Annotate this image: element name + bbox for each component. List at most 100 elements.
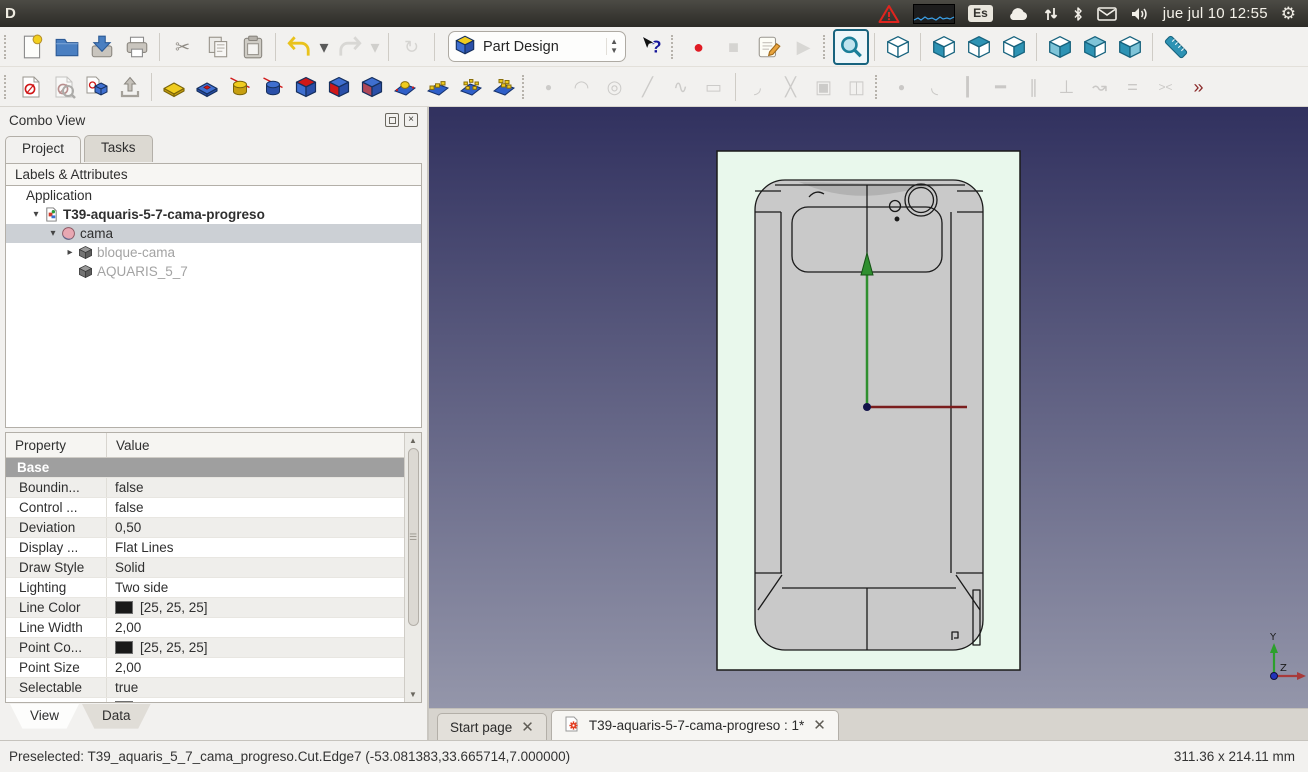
whats-this-button[interactable]: ?	[634, 30, 669, 64]
phone-model[interactable]	[755, 180, 983, 650]
property-value[interactable]: false	[107, 480, 421, 495]
mirrored-button[interactable]	[388, 70, 421, 104]
property-row-draw-style[interactable]: Draw StyleSolid	[6, 558, 421, 578]
property-row-selectable[interactable]: Selectabletrue	[6, 678, 421, 698]
workbench-selector[interactable]: Part Design ▲▼	[448, 31, 626, 62]
close-tab-icon[interactable]: ✕	[813, 718, 826, 733]
tab-view[interactable]: View	[10, 704, 79, 732]
tree-item-application[interactable]: Application	[6, 186, 421, 205]
clock[interactable]: jue jul 10 12:55	[1163, 5, 1268, 22]
toggle-construction-button[interactable]: ◫	[840, 70, 873, 104]
tree-item-t39-aquaris-5-7-cama-progreso[interactable]: ▾T39-aquaris-5-7-cama-progreso	[6, 205, 421, 224]
mail-icon[interactable]	[1097, 7, 1117, 21]
polar-pattern-button[interactable]	[454, 70, 487, 104]
toolbar-overflow-button[interactable]: »	[1182, 70, 1215, 104]
sketch-external-geometry-button[interactable]: ▣	[807, 70, 840, 104]
property-row-shape-co[interactable]: Shape Co...[204, 204, 204]	[6, 698, 421, 703]
revolution-button[interactable]	[223, 70, 256, 104]
file-open-button[interactable]	[49, 30, 84, 64]
toolbar-grip[interactable]	[671, 35, 676, 59]
expand-arrow[interactable]: ▾	[46, 228, 60, 239]
3d-viewport[interactable]: Y X Z	[429, 107, 1308, 708]
view-bottom-button[interactable]	[1077, 30, 1112, 64]
tree-item-bloque-cama[interactable]: ▸bloque-cama	[6, 243, 421, 262]
tab-project[interactable]: Project	[5, 136, 81, 163]
fillet-button[interactable]	[289, 70, 322, 104]
macro-stop-button[interactable]: ■	[716, 30, 751, 64]
file-save-button[interactable]	[84, 30, 119, 64]
property-value[interactable]: [25, 25, 25]	[107, 640, 421, 655]
sketch-fillet-button[interactable]: ◞	[741, 70, 774, 104]
sketch-polyline-button[interactable]: ∿	[664, 70, 697, 104]
constrain-vertical-button[interactable]: ┃	[951, 70, 984, 104]
property-value[interactable]: Solid	[107, 560, 421, 575]
constrain-point-on-object-button[interactable]: ◟	[918, 70, 951, 104]
zoom-fit-all-button[interactable]	[833, 29, 869, 65]
view-rear-button[interactable]	[1042, 30, 1077, 64]
multi-transform-button[interactable]	[487, 70, 520, 104]
constrain-equal-button[interactable]: =	[1116, 70, 1149, 104]
property-value[interactable]: 2,00	[107, 620, 421, 635]
property-row-line-width[interactable]: Line Width2,00	[6, 618, 421, 638]
sketch-circle-button[interactable]: ◎	[598, 70, 631, 104]
undo-more-button[interactable]: ▾	[316, 30, 332, 64]
edit-sketch-button[interactable]	[47, 70, 80, 104]
tree-item-cama[interactable]: ▾cama	[6, 224, 421, 243]
linear-pattern-button[interactable]	[421, 70, 454, 104]
dock-close-button[interactable]: ×	[404, 113, 418, 127]
toolbar-grip[interactable]	[4, 75, 9, 99]
property-row-lighting[interactable]: LightingTwo side	[6, 578, 421, 598]
macro-play-button[interactable]: ▶	[786, 30, 821, 64]
property-row-point-size[interactable]: Point Size2,00	[6, 658, 421, 678]
constrain-tangent-button[interactable]: ↝	[1083, 70, 1116, 104]
view-right-button[interactable]	[996, 30, 1031, 64]
property-row-deviation[interactable]: Deviation0,50	[6, 518, 421, 538]
import-upload-button[interactable]	[113, 70, 146, 104]
file-new-button[interactable]	[14, 30, 49, 64]
property-scrollbar[interactable]: ▲ ☰ ▼	[404, 433, 421, 702]
scroll-down-arrow[interactable]: ▼	[405, 687, 421, 702]
expand-arrow[interactable]: ▸	[63, 247, 77, 258]
sketch-point-button[interactable]: ●	[532, 70, 565, 104]
cut-button[interactable]: ✂	[165, 30, 200, 64]
property-value[interactable]: Two side	[107, 580, 421, 595]
volume-icon[interactable]	[1130, 6, 1150, 22]
redo-more-button[interactable]: ▾	[367, 30, 383, 64]
sketch-trim-button[interactable]: ╳	[774, 70, 807, 104]
groove-button[interactable]	[256, 70, 289, 104]
tree-item-aquaris-5-7[interactable]: AQUARIS_5_7	[6, 262, 421, 281]
property-value[interactable]: 2,00	[107, 660, 421, 675]
sketch-line-button[interactable]: ╱	[631, 70, 664, 104]
constrain-parallel-button[interactable]: ∥	[1017, 70, 1050, 104]
draft-button[interactable]	[355, 70, 388, 104]
toolbar-grip[interactable]	[4, 35, 9, 59]
property-row-display[interactable]: Display ...Flat Lines	[6, 538, 421, 558]
map-sketch-to-face-button[interactable]	[80, 70, 113, 104]
redo-button[interactable]	[332, 30, 367, 64]
tab-document[interactable]: T39-aquaris-5-7-cama-progreso : 1* ✕	[551, 710, 839, 740]
toolbar-grip[interactable]	[875, 75, 880, 99]
property-value[interactable]: Flat Lines	[107, 540, 421, 555]
bluetooth-icon[interactable]	[1072, 6, 1084, 22]
dock-float-button[interactable]	[385, 113, 399, 127]
cloud-icon[interactable]	[1006, 6, 1030, 22]
pocket-button[interactable]	[190, 70, 223, 104]
property-value[interactable]: 0,50	[107, 520, 421, 535]
close-tab-icon[interactable]: ✕	[521, 720, 534, 735]
property-row-point-co[interactable]: Point Co...[25, 25, 25]	[6, 638, 421, 658]
keyboard-layout-indicator[interactable]: Es	[968, 5, 993, 22]
expand-arrow[interactable]: ▾	[29, 209, 43, 220]
view-left-button[interactable]	[1112, 30, 1147, 64]
warning-icon[interactable]	[878, 4, 900, 24]
property-value[interactable]: [25, 25, 25]	[107, 600, 421, 615]
toolbar-grip[interactable]	[823, 35, 828, 59]
macro-edit-button[interactable]	[751, 30, 786, 64]
property-value[interactable]: [204, 204, 204]	[107, 700, 421, 703]
session-gear-icon[interactable]: ⚙	[1281, 5, 1296, 22]
workbench-spin-buttons[interactable]: ▲▼	[606, 38, 621, 56]
view-front-button[interactable]	[926, 30, 961, 64]
constrain-symmetric-button[interactable]: ><	[1149, 70, 1182, 104]
property-value[interactable]: true	[107, 680, 421, 695]
system-monitor-icon[interactable]	[913, 4, 955, 24]
network-transfer-icon[interactable]	[1043, 6, 1059, 22]
